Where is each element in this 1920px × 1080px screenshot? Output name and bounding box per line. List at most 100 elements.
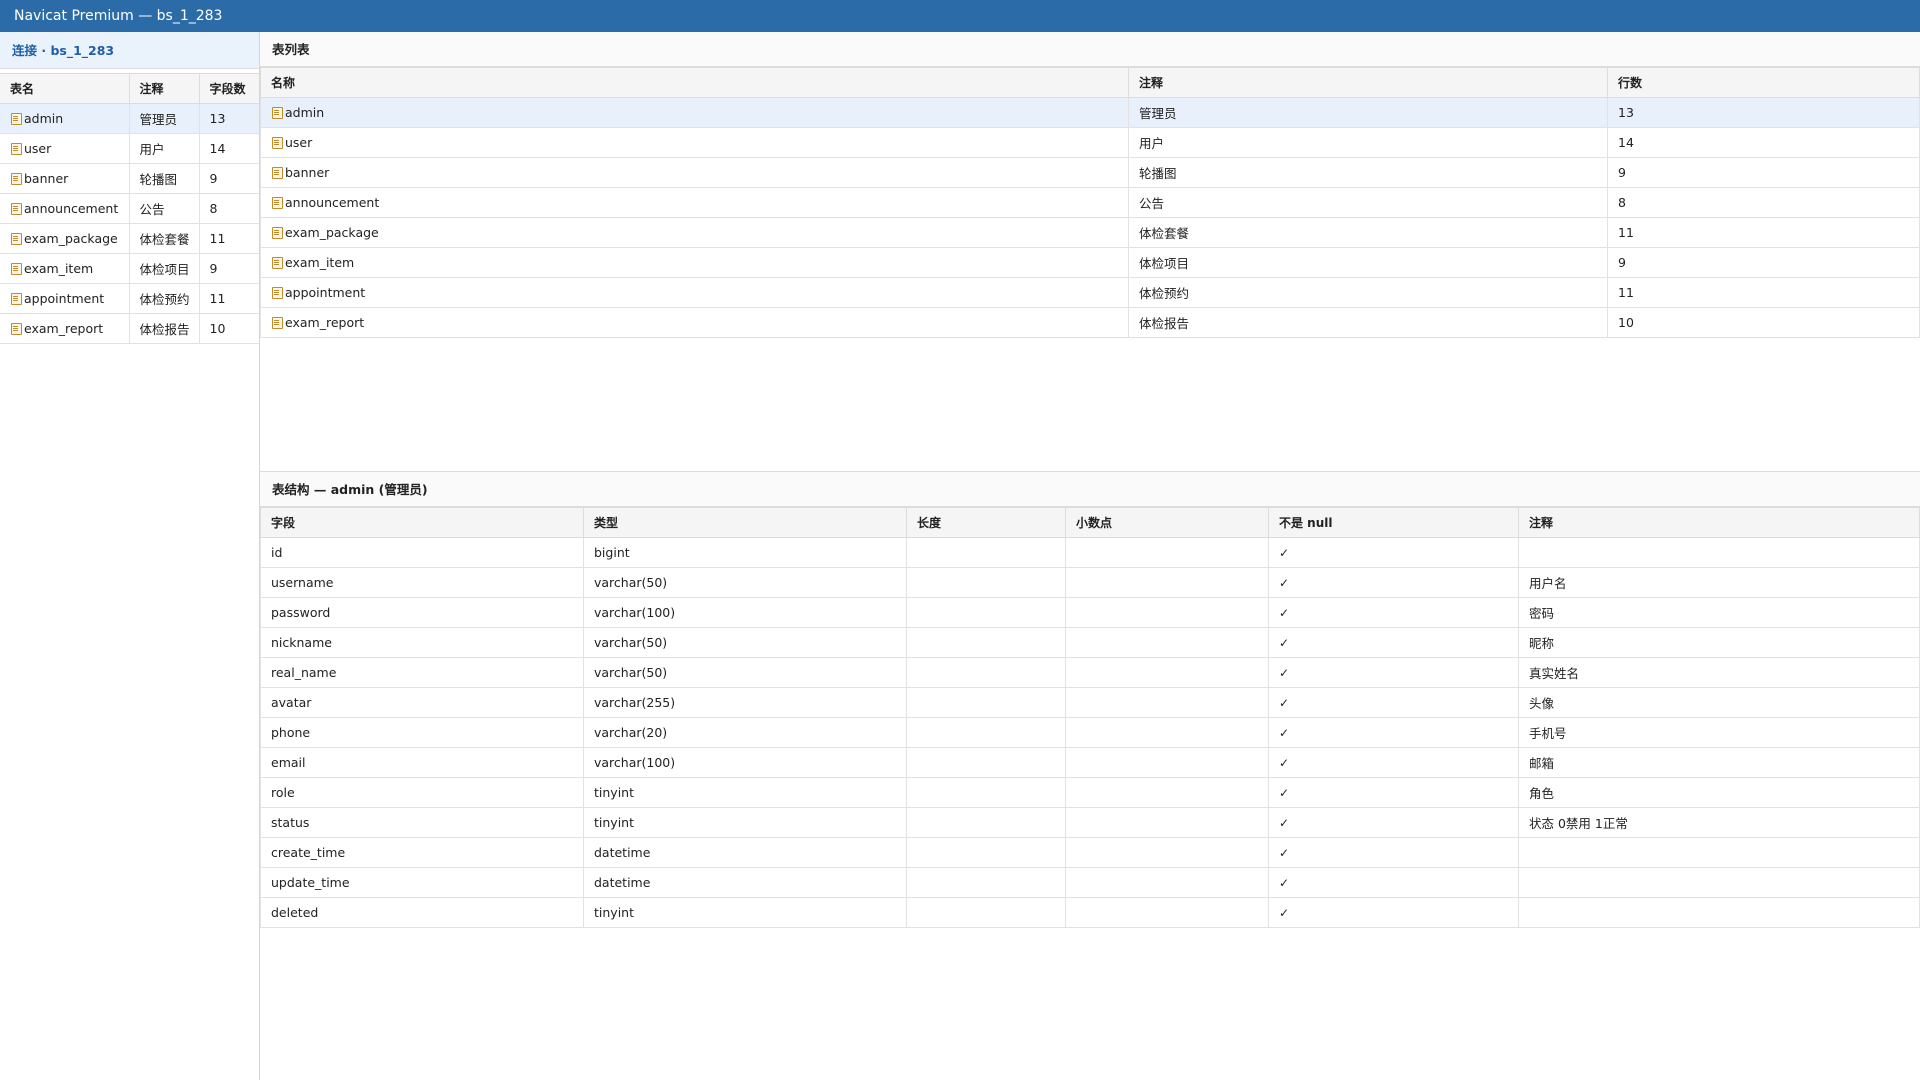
- column-header-type[interactable]: 类型: [583, 507, 907, 538]
- table-name-cell[interactable]: appointment: [260, 277, 1129, 308]
- table-name-cell[interactable]: exam_report: [0, 313, 130, 344]
- field-type-cell[interactable]: bigint: [583, 537, 907, 568]
- table-name-cell[interactable]: announcement: [0, 193, 130, 224]
- table-name-cell[interactable]: user: [260, 127, 1129, 158]
- field-name-cell[interactable]: email: [260, 747, 584, 778]
- table-name-cell[interactable]: admin: [260, 97, 1129, 128]
- structure-row[interactable]: role tinyint ✓ 角色: [260, 777, 1920, 808]
- structure-row[interactable]: nickname varchar(50) ✓ 昵称: [260, 627, 1920, 658]
- not-null-checkbox[interactable]: ✓: [1268, 537, 1519, 568]
- structure-row[interactable]: password varchar(100) ✓ 密码: [260, 597, 1920, 628]
- field-decimals-cell[interactable]: [1065, 627, 1269, 658]
- structure-row[interactable]: email varchar(100) ✓ 邮箱: [260, 747, 1920, 778]
- column-header-name[interactable]: 名称: [260, 67, 1129, 98]
- table-name-cell[interactable]: banner: [0, 163, 130, 194]
- field-length-cell[interactable]: [906, 777, 1066, 808]
- field-type-cell[interactable]: varchar(50): [583, 657, 907, 688]
- column-header-comment[interactable]: 注释: [129, 73, 200, 104]
- field-name-cell[interactable]: password: [260, 597, 584, 628]
- not-null-checkbox[interactable]: ✓: [1268, 597, 1519, 628]
- structure-row[interactable]: status tinyint ✓ 状态 0禁用 1正常: [260, 807, 1920, 838]
- column-header-decimals[interactable]: 小数点: [1065, 507, 1269, 538]
- field-decimals-cell[interactable]: [1065, 567, 1269, 598]
- field-comment-cell[interactable]: 头像: [1518, 687, 1920, 718]
- field-name-cell[interactable]: real_name: [260, 657, 584, 688]
- table-name-cell[interactable]: admin: [0, 103, 130, 134]
- field-comment-cell[interactable]: 角色: [1518, 777, 1920, 808]
- field-comment-cell[interactable]: [1518, 837, 1920, 868]
- field-comment-cell[interactable]: 密码: [1518, 597, 1920, 628]
- sidebar-table-row[interactable]: exam_package 体检套餐 11: [0, 223, 259, 254]
- field-length-cell[interactable]: [906, 687, 1066, 718]
- field-type-cell[interactable]: varchar(255): [583, 687, 907, 718]
- field-type-cell[interactable]: tinyint: [583, 777, 907, 808]
- structure-row[interactable]: create_time datetime ✓: [260, 837, 1920, 868]
- field-type-cell[interactable]: varchar(50): [583, 627, 907, 658]
- field-decimals-cell[interactable]: [1065, 897, 1269, 928]
- column-header-length[interactable]: 长度: [906, 507, 1066, 538]
- field-name-cell[interactable]: nickname: [260, 627, 584, 658]
- field-name-cell[interactable]: username: [260, 567, 584, 598]
- table-name-cell[interactable]: user: [0, 133, 130, 164]
- field-decimals-cell[interactable]: [1065, 717, 1269, 748]
- not-null-checkbox[interactable]: ✓: [1268, 867, 1519, 898]
- field-decimals-cell[interactable]: [1065, 657, 1269, 688]
- structure-row[interactable]: update_time datetime ✓: [260, 867, 1920, 898]
- field-type-cell[interactable]: varchar(100): [583, 747, 907, 778]
- table-name-cell[interactable]: exam_package: [0, 223, 130, 254]
- field-decimals-cell[interactable]: [1065, 597, 1269, 628]
- field-length-cell[interactable]: [906, 537, 1066, 568]
- field-length-cell[interactable]: [906, 717, 1066, 748]
- field-comment-cell[interactable]: 真实姓名: [1518, 657, 1920, 688]
- field-name-cell[interactable]: avatar: [260, 687, 584, 718]
- field-name-cell[interactable]: deleted: [260, 897, 584, 928]
- table-list-row[interactable]: announcement 公告 8: [260, 187, 1920, 218]
- field-name-cell[interactable]: status: [260, 807, 584, 838]
- structure-row[interactable]: real_name varchar(50) ✓ 真实姓名: [260, 657, 1920, 688]
- table-list-row[interactable]: exam_package 体检套餐 11: [260, 217, 1920, 248]
- column-header-not-null[interactable]: 不是 null: [1268, 507, 1519, 538]
- not-null-checkbox[interactable]: ✓: [1268, 837, 1519, 868]
- sidebar-table-row[interactable]: exam_report 体检报告 10: [0, 313, 259, 344]
- table-name-cell[interactable]: exam_item: [260, 247, 1129, 278]
- field-length-cell[interactable]: [906, 837, 1066, 868]
- field-type-cell[interactable]: varchar(50): [583, 567, 907, 598]
- not-null-checkbox[interactable]: ✓: [1268, 717, 1519, 748]
- field-length-cell[interactable]: [906, 657, 1066, 688]
- structure-row[interactable]: phone varchar(20) ✓ 手机号: [260, 717, 1920, 748]
- field-comment-cell[interactable]: 邮箱: [1518, 747, 1920, 778]
- sidebar-table-row[interactable]: user 用户 14: [0, 133, 259, 164]
- column-header-rows[interactable]: 行数: [1607, 67, 1920, 98]
- table-list-row[interactable]: exam_report 体检报告 10: [260, 307, 1920, 338]
- field-type-cell[interactable]: varchar(20): [583, 717, 907, 748]
- field-decimals-cell[interactable]: [1065, 867, 1269, 898]
- field-type-cell[interactable]: tinyint: [583, 807, 907, 838]
- table-name-cell[interactable]: announcement: [260, 187, 1129, 218]
- table-name-cell[interactable]: banner: [260, 157, 1129, 188]
- table-list-row[interactable]: exam_item 体检项目 9: [260, 247, 1920, 278]
- column-header-comment[interactable]: 注释: [1518, 507, 1920, 538]
- field-name-cell[interactable]: update_time: [260, 867, 584, 898]
- table-name-cell[interactable]: appointment: [0, 283, 130, 314]
- not-null-checkbox[interactable]: ✓: [1268, 777, 1519, 808]
- field-length-cell[interactable]: [906, 807, 1066, 838]
- column-header-comment[interactable]: 注释: [1128, 67, 1608, 98]
- connection-label[interactable]: 连接 · bs_1_283: [0, 32, 259, 69]
- field-type-cell[interactable]: datetime: [583, 837, 907, 868]
- field-comment-cell[interactable]: [1518, 537, 1920, 568]
- table-list-row[interactable]: user 用户 14: [260, 127, 1920, 158]
- field-comment-cell[interactable]: 用户名: [1518, 567, 1920, 598]
- table-name-cell[interactable]: exam_report: [260, 307, 1129, 338]
- field-length-cell[interactable]: [906, 747, 1066, 778]
- field-decimals-cell[interactable]: [1065, 537, 1269, 568]
- structure-row[interactable]: deleted tinyint ✓: [260, 897, 1920, 928]
- sidebar-table-row[interactable]: appointment 体检预约 11: [0, 283, 259, 314]
- not-null-checkbox[interactable]: ✓: [1268, 747, 1519, 778]
- not-null-checkbox[interactable]: ✓: [1268, 807, 1519, 838]
- table-list-row[interactable]: banner 轮播图 9: [260, 157, 1920, 188]
- field-comment-cell[interactable]: 状态 0禁用 1正常: [1518, 807, 1920, 838]
- field-decimals-cell[interactable]: [1065, 777, 1269, 808]
- field-length-cell[interactable]: [906, 897, 1066, 928]
- field-length-cell[interactable]: [906, 867, 1066, 898]
- structure-row[interactable]: id bigint ✓: [260, 537, 1920, 568]
